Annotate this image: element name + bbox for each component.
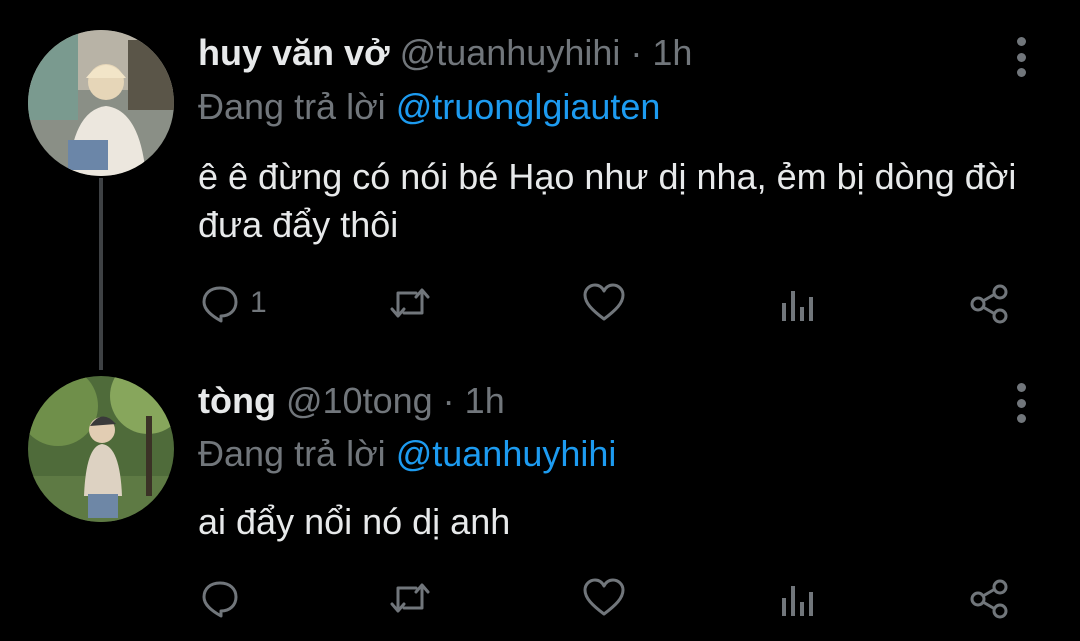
avatar[interactable] — [28, 30, 174, 176]
username[interactable]: @tuanhuyhihi — [400, 32, 621, 73]
tweet-1[interactable]: huy văn vở @tuanhuyhihi · 1h Đang trả lờ… — [0, 0, 1080, 370]
analytics-icon — [782, 291, 813, 321]
tweet-2[interactable]: tòng @10tong · 1h Đang trả lời @tuanhuyh… — [0, 360, 1080, 641]
replying-to: Đang trả lời @truonglgiauten — [198, 86, 660, 128]
like-button[interactable] — [582, 283, 626, 323]
like-icon — [583, 578, 625, 616]
mention-link[interactable]: @tuanhuyhihi — [396, 433, 617, 474]
tweet-header: huy văn vở @tuanhuyhihi · 1h — [198, 32, 692, 74]
tweet-header: tòng @10tong · 1h — [198, 380, 505, 422]
like-button[interactable] — [582, 578, 626, 618]
more-icon[interactable] — [1004, 383, 1038, 423]
replying-to-label: Đang trả lời — [198, 433, 386, 474]
tweet-text: ê ê đừng có nói bé Hạo như dị nha, ẻm bị… — [198, 156, 1017, 245]
retweet-button[interactable] — [388, 283, 432, 323]
reply-icon — [202, 286, 238, 323]
analytics-icon — [782, 586, 813, 616]
reply-icon — [202, 581, 238, 618]
separator: · — [630, 32, 643, 73]
reply-button[interactable]: 1 — [200, 283, 267, 323]
retweet-button[interactable] — [388, 578, 432, 618]
thread-line — [99, 178, 103, 370]
replying-to-label: Đang trả lời — [198, 86, 386, 127]
timestamp[interactable]: 1h — [652, 32, 692, 73]
username[interactable]: @10tong — [286, 380, 433, 421]
tweet-actions — [196, 578, 1026, 628]
mention-link[interactable]: @truonglgiauten — [396, 86, 661, 127]
share-icon — [970, 284, 1008, 324]
separator: · — [442, 380, 455, 421]
analytics-button[interactable] — [778, 283, 818, 323]
share-icon — [970, 579, 1008, 619]
reply-count: 1 — [250, 286, 267, 319]
reply-button[interactable] — [200, 578, 250, 618]
retweet-icon — [390, 288, 430, 318]
avatar-photo — [28, 30, 174, 176]
display-name[interactable]: huy văn vở — [198, 32, 390, 73]
more-icon[interactable] — [1004, 37, 1038, 77]
display-name[interactable]: tòng — [198, 380, 276, 421]
timestamp[interactable]: 1h — [465, 380, 505, 421]
avatar-photo — [28, 376, 174, 522]
share-button[interactable] — [968, 283, 1010, 325]
tweet-actions: 1 — [196, 283, 1026, 333]
avatar[interactable] — [28, 376, 174, 522]
tweet-text: ai đẩy nổi nó dị anh — [198, 501, 511, 542]
share-button[interactable] — [968, 578, 1010, 620]
retweet-icon — [390, 583, 430, 613]
like-icon — [583, 283, 625, 321]
analytics-button[interactable] — [778, 578, 818, 618]
replying-to: Đang trả lời @tuanhuyhihi — [198, 433, 616, 475]
